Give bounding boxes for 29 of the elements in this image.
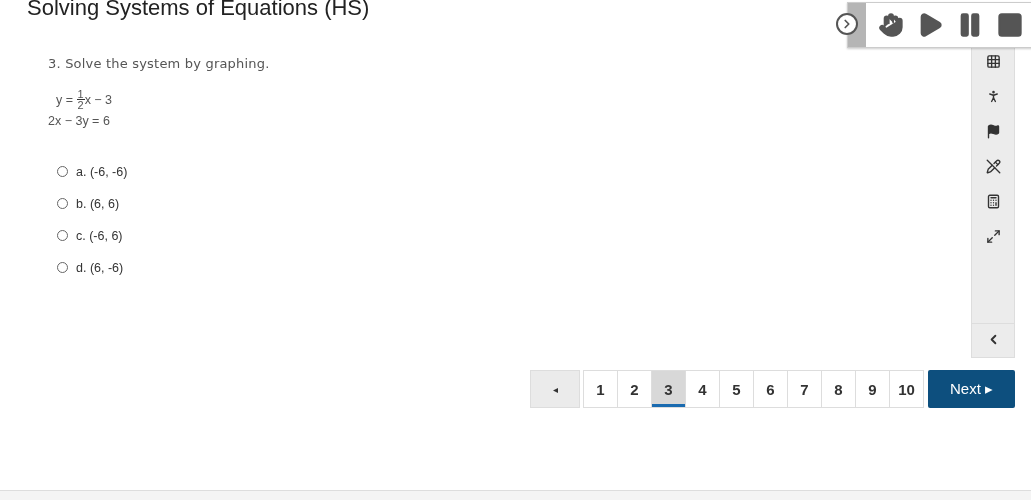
option-label[interactable]: a. (-6, -6)	[76, 164, 128, 179]
radio-button[interactable]	[57, 262, 68, 273]
next-button[interactable]: Next ▸	[928, 370, 1015, 408]
page-button[interactable]: 4	[685, 370, 720, 408]
page-button[interactable]: 10	[889, 370, 924, 408]
equation: 2x − 3y = 6	[48, 114, 110, 128]
page-button[interactable]: 1	[583, 370, 618, 408]
radio-button[interactable]	[57, 230, 68, 241]
flag-icon[interactable]	[985, 124, 1001, 139]
pencil-off-icon[interactable]	[985, 159, 1001, 174]
option-label[interactable]: d. (6, -6)	[76, 260, 124, 275]
radio-button[interactable]	[57, 198, 68, 209]
question-prompt: 3. Solve the system by graphing.	[48, 56, 271, 71]
page-button[interactable]: 8	[821, 370, 856, 408]
previous-button[interactable]: ◂	[530, 370, 580, 408]
option-label[interactable]: b. (6, 6)	[76, 196, 120, 211]
page-button[interactable]: 3	[651, 370, 686, 408]
page-button[interactable]: 6	[753, 370, 788, 408]
page-button[interactable]: 5	[719, 370, 754, 408]
radio-button[interactable]	[57, 166, 68, 177]
page-button[interactable]: 9	[855, 370, 890, 408]
stop-icon[interactable]	[996, 11, 1024, 39]
calculator-icon[interactable]	[985, 194, 1001, 209]
expand-icon[interactable]	[985, 229, 1001, 244]
page-button[interactable]: 2	[617, 370, 652, 408]
option-label[interactable]: c. (-6, 6)	[76, 228, 123, 243]
grid-icon[interactable]	[985, 54, 1001, 69]
hand-icon[interactable]	[878, 12, 904, 38]
page-button[interactable]: 7	[787, 370, 822, 408]
